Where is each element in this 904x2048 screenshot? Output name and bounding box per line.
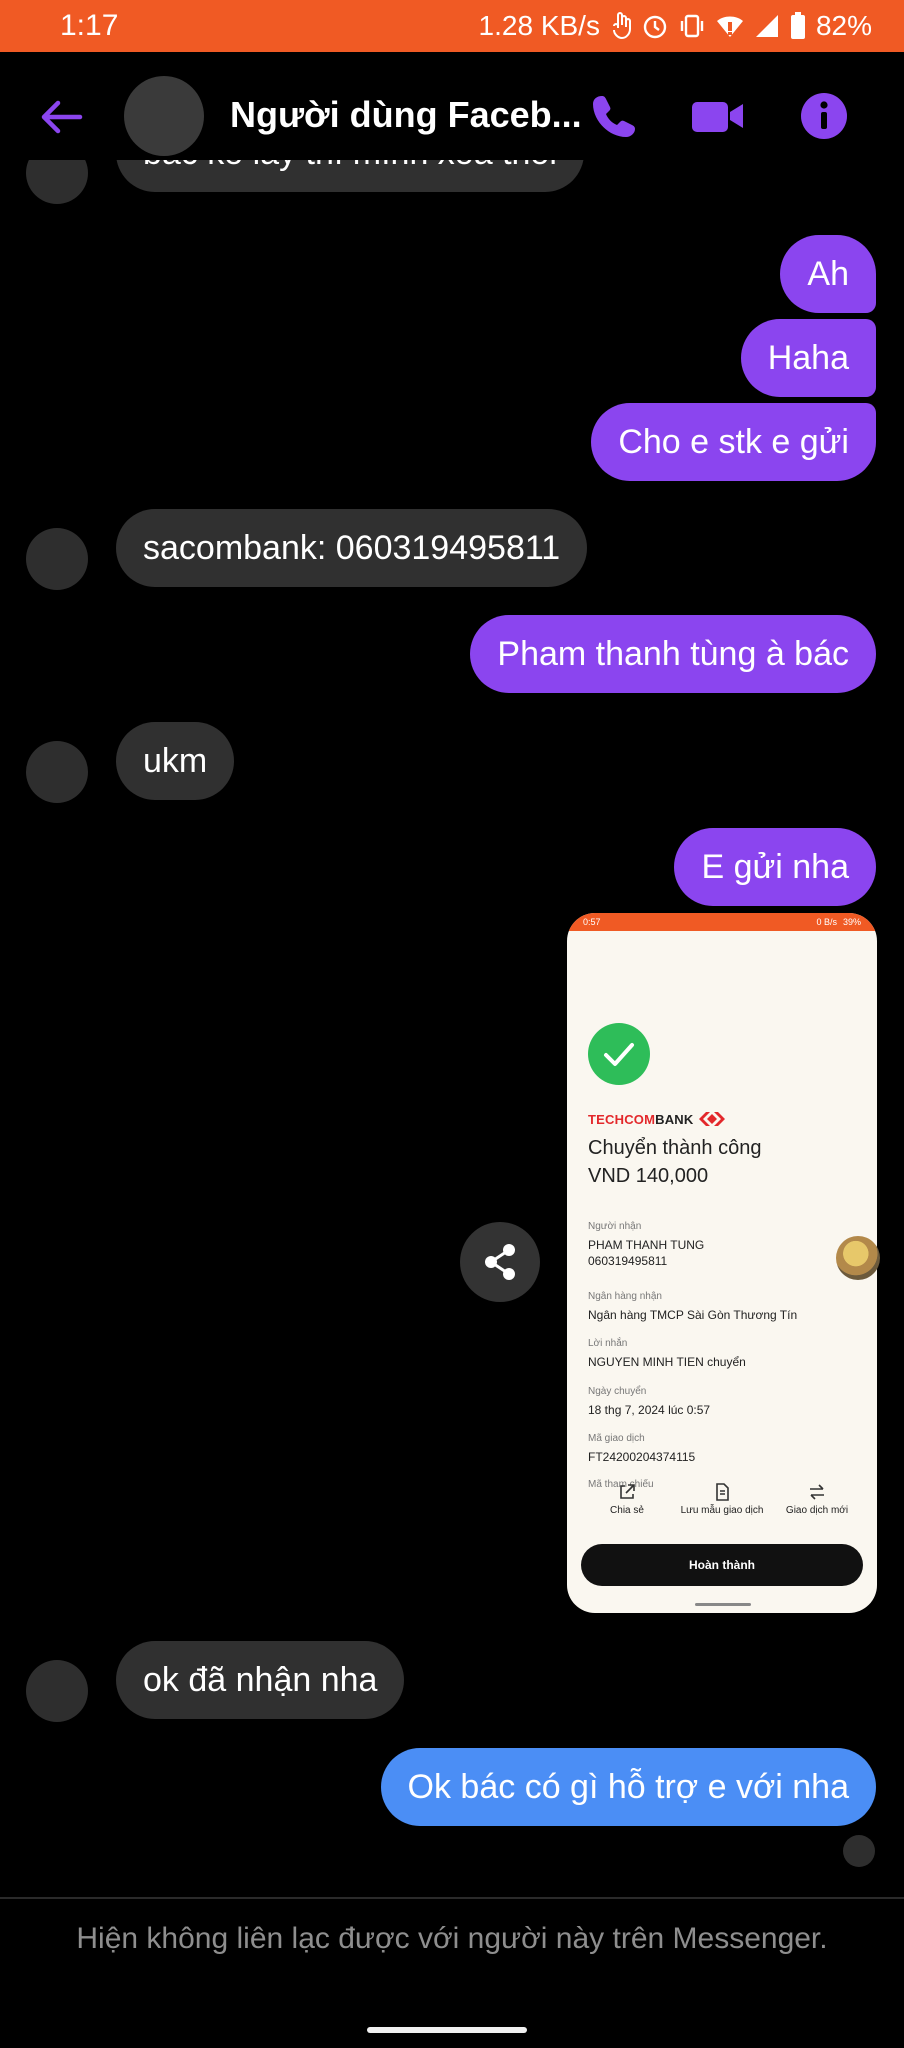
hand-icon (612, 12, 631, 40)
shared-home-indicator (695, 1603, 751, 1606)
message-outgoing[interactable]: Ah (780, 235, 876, 313)
share-button[interactable] (460, 1222, 540, 1302)
contact-avatar[interactable] (26, 741, 88, 803)
contact-avatar[interactable] (26, 1660, 88, 1722)
info-icon[interactable] (798, 90, 850, 142)
message-list[interactable]: bác ko lấy thì mình xóa thôi Ah Haha Cho… (0, 160, 904, 1895)
home-indicator[interactable] (367, 2027, 527, 2033)
avatar[interactable] (124, 76, 204, 156)
signal-icon (755, 15, 778, 37)
swap-arrows-icon (810, 1484, 824, 1500)
field-transfer-date: Ngày chuyển 18 thg 7, 2024 lúc 0:57 (588, 1386, 711, 1417)
techcombank-logo: TECHCOMBANK (588, 1111, 726, 1127)
message-outgoing[interactable]: E gửi nha (674, 828, 876, 906)
shared-status-time: 0:57 (583, 917, 601, 927)
success-check-icon (588, 1023, 650, 1085)
message-incoming[interactable]: ukm (116, 722, 235, 800)
divider (0, 1897, 904, 1899)
transfer-status-title: Chuyển thành công (588, 1137, 762, 1159)
external-share-icon (620, 1484, 635, 1499)
done-button: Hoàn thành (581, 1544, 863, 1586)
conversation-header: Người dùng Faceb... (0, 52, 904, 177)
page-title[interactable]: Người dùng Faceb... (230, 94, 582, 136)
wifi-icon (716, 16, 743, 37)
message-outgoing[interactable]: Haha (740, 319, 876, 397)
share-action: Chia sẻ (581, 1483, 673, 1516)
shared-image-avatar (836, 1236, 880, 1280)
status-icons: 1.28 KB/s 82% (479, 10, 872, 42)
contact-avatar[interactable] (26, 160, 88, 204)
shared-status-speed: 0 B/s (816, 917, 837, 927)
save-template-action: Lưu mẫu giao dịch (676, 1483, 768, 1516)
message-outgoing[interactable]: Cho e stk e gửi (591, 403, 876, 481)
field-recipient: Người nhận PHAM THANH TUNG 060319495811 (588, 1221, 705, 1268)
transfer-amount: VND 140,000 (588, 1165, 709, 1187)
contact-avatar[interactable] (26, 528, 88, 590)
message-incoming[interactable]: sacombank: 060319495811 (116, 509, 588, 587)
shared-image-status-bar: 0:57 0 B/s 39% (567, 913, 877, 931)
back-arrow-icon[interactable] (38, 94, 84, 140)
techcombank-mark-icon (699, 1112, 726, 1126)
field-receiving-bank: Ngân hàng nhận Ngân hàng TMCP Sài Gòn Th… (588, 1291, 798, 1322)
net-speed: 1.28 KB/s (478, 10, 600, 41)
field-message: Lời nhắn NGUYEN MINH TIEN chuyển (588, 1338, 746, 1369)
phone-icon[interactable] (588, 90, 640, 142)
message-outgoing[interactable]: Ok bác có gì hỗ trợ e với nha (380, 1748, 876, 1826)
shared-actions: Chia sẻ Lưu mẫu giao dịch Giao dịch mới (567, 1483, 877, 1516)
new-transaction-action: Giao dịch mới (771, 1483, 863, 1516)
seen-indicator-avatar (843, 1835, 875, 1867)
battery-icon (790, 12, 805, 39)
field-transaction-id: Mã giao dịch FT24200204374115 (588, 1433, 696, 1464)
document-icon (716, 1483, 729, 1501)
status-time: 1:17 (60, 9, 119, 42)
vibrate-icon (680, 14, 704, 38)
message-incoming[interactable]: bác ko lấy thì mình xóa thôi (116, 160, 584, 192)
message-incoming[interactable]: ok đã nhận nha (116, 1641, 405, 1719)
shared-status-battery: 39% (842, 917, 861, 927)
battery-percent: 82% (815, 10, 872, 41)
message-outgoing[interactable]: Pham thanh tùng à bác (470, 615, 876, 693)
alarm-icon (643, 15, 667, 39)
video-icon[interactable] (690, 90, 746, 142)
shared-image[interactable]: 0:57 0 B/s 39% TECHCOMBANK Chuyển thành … (567, 913, 877, 1613)
unavailable-notice: Hiện không liên lạc được với người này t… (76, 1922, 828, 1955)
status-bar: 1:17 1.28 KB/s 82% (0, 0, 904, 52)
share-icon (485, 1244, 515, 1280)
